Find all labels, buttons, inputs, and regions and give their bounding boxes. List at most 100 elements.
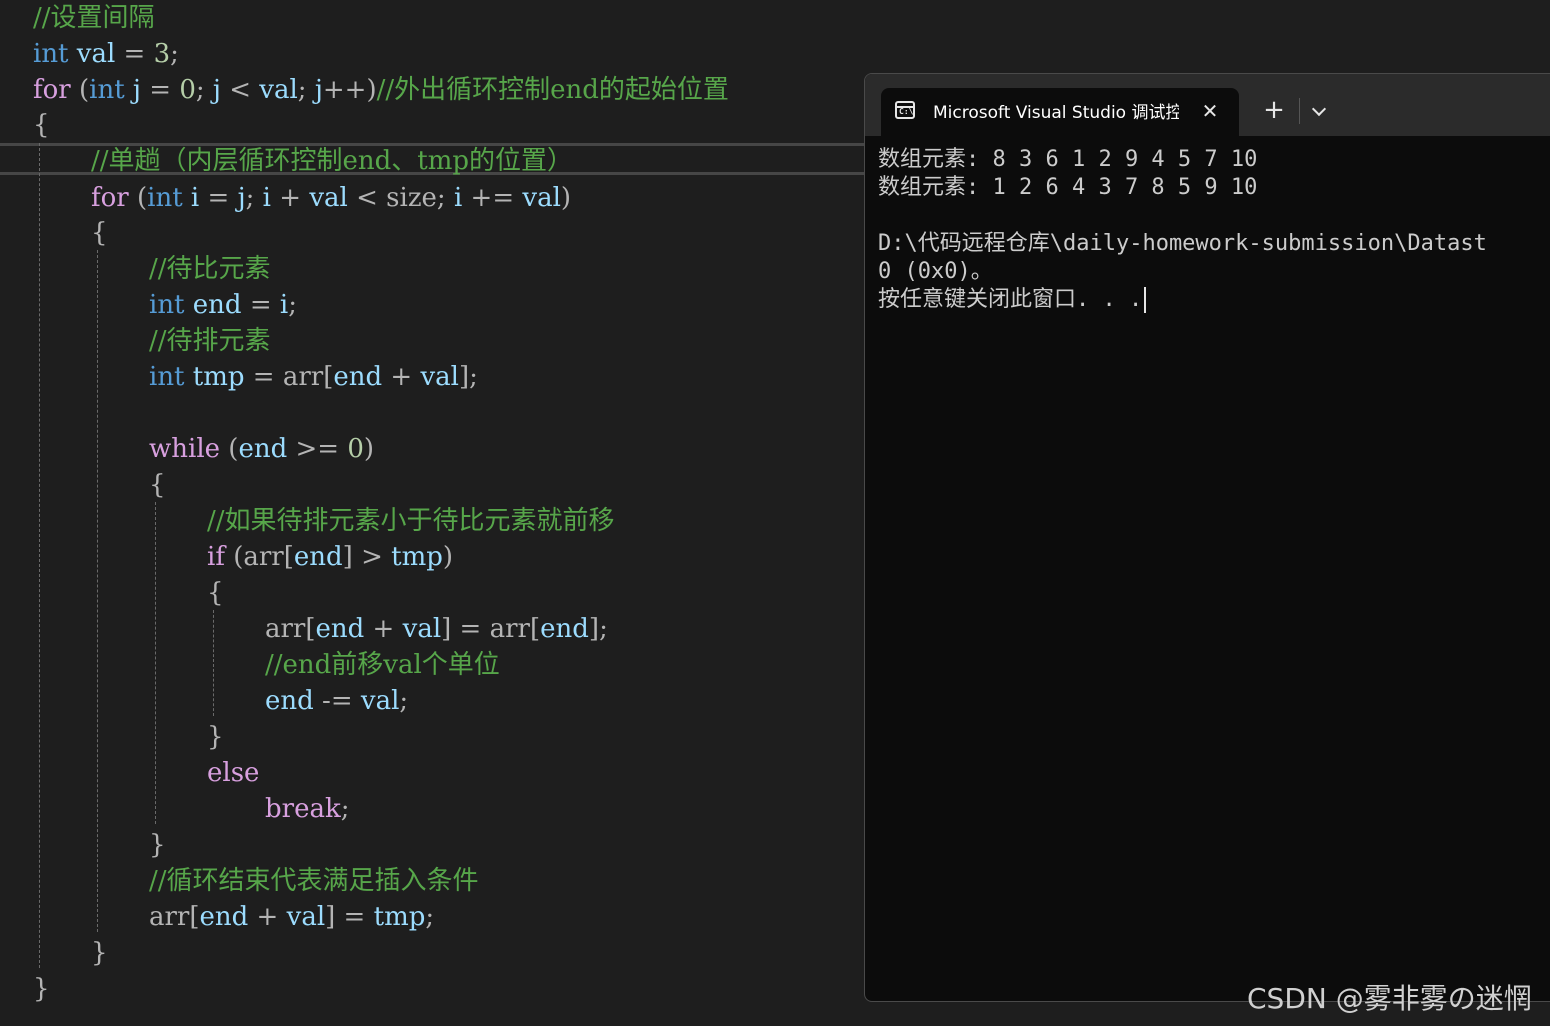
new-tab-button[interactable]: + [1259, 92, 1289, 128]
code-token: ( [224, 542, 244, 572]
code-token: } [207, 722, 224, 752]
code-token: else [207, 758, 260, 788]
code-token: { [33, 110, 50, 140]
code-token: tmp [391, 542, 443, 572]
code-token: 0 [347, 434, 364, 464]
code-token: //待比元素 [149, 254, 271, 284]
code-token: arr [265, 614, 306, 644]
code-line: //设置间隔 [33, 0, 155, 36]
code-token: { [91, 218, 108, 248]
code-line: //end前移val个单位 [265, 647, 500, 683]
code-line: } [33, 971, 50, 1007]
code-token: while [149, 434, 221, 464]
code-token: int [149, 362, 185, 392]
code-token: ] [441, 614, 452, 644]
code-token: end [540, 614, 589, 644]
code-token: end [315, 614, 365, 644]
code-token: tmp [373, 902, 426, 932]
code-token: val [522, 183, 561, 213]
code-token: ] [325, 902, 336, 932]
code-token: [ [189, 902, 200, 932]
code-line: for (int i = j; i + val < size; i += val… [91, 180, 571, 216]
code-line: //待比元素 [149, 251, 271, 287]
code-token: ]; [459, 362, 478, 392]
indent-guide [39, 143, 40, 968]
code-token: { [149, 470, 166, 500]
code-token: //待排元素 [149, 326, 271, 356]
code-token: j [237, 183, 246, 213]
code-token: //end前移val个单位 [265, 650, 500, 680]
code-token: + [364, 614, 403, 644]
code-line: break; [265, 791, 349, 827]
console-line: D:\代码远程仓库\daily-homework-submission\Data… [878, 231, 1487, 256]
console-line: 数组元素: 1 2 6 4 3 7 8 5 9 10 [878, 175, 1258, 200]
console-prompt-line: 按任意键关闭此窗口. . . [878, 286, 1550, 314]
terminal-window[interactable]: C:\ Microsoft Visual Studio 调试控制台 ✕ + 数组… [864, 73, 1550, 1002]
dropdown-button[interactable] [1307, 94, 1333, 128]
code-token: { [207, 578, 224, 608]
console-icon: C:\ [895, 101, 915, 119]
code-token: } [33, 974, 50, 1004]
code-token: ( [70, 75, 90, 105]
code-token: end [333, 362, 383, 392]
code-token: += [462, 183, 523, 213]
indent-guide [97, 250, 98, 932]
code-token: arr [489, 614, 530, 644]
code-token: j [314, 75, 323, 105]
terminal-tab[interactable]: C:\ Microsoft Visual Studio 调试控制台 ✕ [881, 88, 1239, 136]
code-token: = [241, 290, 280, 320]
code-token: [ [323, 362, 334, 392]
code-token: for [91, 183, 129, 213]
code-token: arr [282, 362, 324, 392]
terminal-tab-title: Microsoft Visual Studio 调试控制台 [933, 103, 1179, 123]
code-token: = [115, 39, 154, 69]
code-token: = [335, 902, 374, 932]
code-token: val [309, 183, 348, 213]
code-line: } [207, 719, 224, 755]
code-token: if [207, 542, 225, 572]
code-token: end [238, 434, 288, 464]
code-token: i [190, 183, 200, 213]
code-token: i [279, 290, 289, 320]
text-cursor [1144, 287, 1147, 313]
code-token: end [293, 542, 343, 572]
code-line: { [207, 575, 224, 611]
indent-guide [213, 610, 214, 716]
code-line: { [91, 215, 108, 251]
code-token: val [286, 902, 326, 932]
code-token: ; [245, 183, 263, 213]
code-line: //待排元素 [149, 323, 271, 359]
code-token: } [149, 830, 166, 860]
code-token: >= [287, 434, 348, 464]
code-token: i [262, 183, 271, 213]
code-line: { [33, 107, 50, 143]
code-token: < [347, 183, 387, 213]
code-token: for [33, 75, 71, 105]
code-token: ; [340, 794, 350, 824]
code-token: j [132, 75, 141, 105]
chevron-down-icon [1311, 101, 1327, 117]
code-token: tmp [192, 362, 245, 392]
code-token: arr [149, 902, 190, 932]
code-token: int [149, 290, 185, 320]
code-line: if (arr[end] > tmp) [207, 539, 453, 575]
close-icon[interactable]: ✕ [1197, 96, 1223, 126]
console-output[interactable]: 数组元素: 8 3 6 1 2 9 4 5 7 10 数组元素: 1 2 6 4… [878, 146, 1550, 314]
code-line: } [149, 827, 166, 863]
code-token: ) [560, 183, 572, 213]
screenshot-root: //设置间隔 int val = 3; for (int j = 0; j < va… [0, 0, 1550, 1026]
code-token: end [199, 902, 249, 932]
code-line: //如果待排元素小于待比元素就前移 [207, 503, 615, 539]
code-line: int end = i; [149, 287, 297, 323]
code-line: while (end >= 0) [149, 431, 374, 467]
code-token: } [91, 938, 108, 968]
code-token: int [89, 75, 125, 105]
code-token: ; [399, 686, 409, 716]
code-token: ]; [588, 614, 608, 644]
code-token: + [271, 183, 310, 213]
code-token: //循环结束代表满足插入条件 [149, 866, 479, 896]
code-token: val [76, 39, 116, 69]
